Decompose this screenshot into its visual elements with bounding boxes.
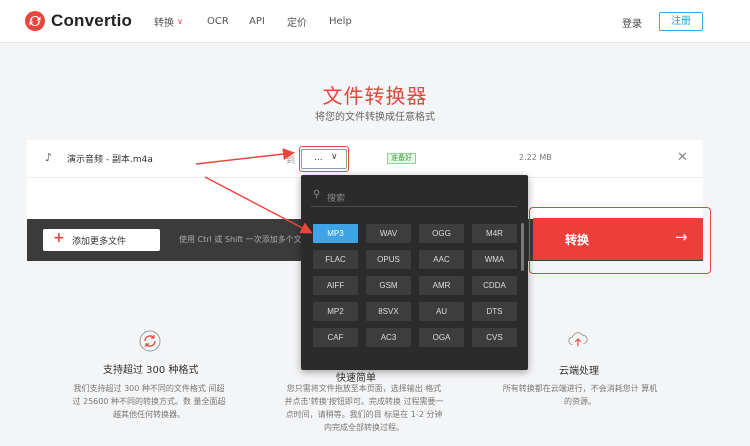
- arrow-to-mp3: [204, 176, 313, 234]
- arrow-to-dropdown: [195, 148, 295, 165]
- annotation-arrows: [195, 148, 313, 234]
